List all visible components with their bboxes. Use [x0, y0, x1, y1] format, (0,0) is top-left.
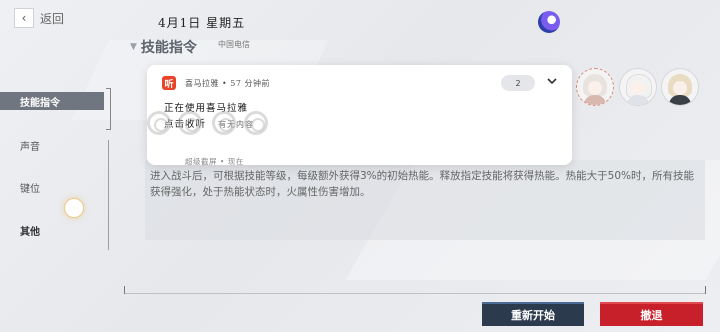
- character-avatar-2[interactable]: [619, 68, 657, 106]
- ring-icon: [178, 111, 202, 135]
- notification-footer: 超级截屏 • 现在: [185, 157, 244, 165]
- notification-header: 喜马拉雅 • 57 分钟前: [185, 79, 271, 88]
- chevron-down-icon[interactable]: [545, 74, 559, 88]
- app-icon: 听: [162, 76, 176, 90]
- sidebar-item-skill-commands[interactable]: 技能指令: [0, 92, 104, 110]
- chevron-left-icon: ‹: [14, 8, 34, 28]
- avatar-body: [627, 95, 649, 105]
- moon-icon: [538, 11, 560, 33]
- ring-icon: [212, 111, 236, 135]
- notification-title: 正在使用喜马拉雅: [164, 103, 249, 114]
- bottom-tick: [124, 286, 125, 294]
- back-button[interactable]: ‹ 返回: [14, 8, 64, 28]
- bottom-tick: [705, 286, 706, 294]
- character-avatar-1[interactable]: [576, 68, 614, 106]
- retreat-button[interactable]: 撤退: [600, 302, 703, 326]
- ring-icon: [244, 111, 268, 135]
- back-label: 返回: [40, 11, 65, 26]
- status-date: 4月1日 星期五: [158, 16, 246, 30]
- sidebar-divider: [108, 140, 109, 250]
- avatar-face: [631, 81, 645, 95]
- sidebar-item-sound[interactable]: 声音: [0, 136, 104, 154]
- section-title-label: 技能指令: [140, 40, 197, 56]
- sidebar-item-label: 声音: [20, 141, 40, 153]
- skill-description: 进入战斗后，可根据技能等级，每级额外获得3%的初始热能。释放指定技能将获得热能。…: [150, 170, 694, 198]
- notification-count-badge: 2: [501, 75, 535, 91]
- avatar-body: [584, 95, 606, 105]
- notification-card[interactable]: 听 喜马拉雅 • 57 分钟前 2 正在使用喜马拉雅 点击收听 有无内容 超级截…: [147, 65, 572, 165]
- bottom-divider: [124, 293, 706, 294]
- sidebar-item-label: 技能指令: [20, 97, 60, 109]
- triangle-down-icon: ▼: [130, 42, 137, 52]
- avatar-body: [669, 95, 691, 105]
- sidebar-item-other[interactable]: 其他: [0, 221, 104, 239]
- sidebar-item-keys[interactable]: 键位: [0, 178, 104, 196]
- sidebar-item-label: 其他: [20, 226, 40, 238]
- character-avatar-3[interactable]: [661, 68, 699, 106]
- status-carrier: 中国电信: [218, 40, 250, 49]
- sidebar: 技能指令 声音 键位 其他: [0, 70, 111, 250]
- restart-button[interactable]: 重新开始: [482, 302, 584, 326]
- avatar-face: [588, 81, 602, 95]
- section-title: ▼ 技能指令: [130, 37, 197, 57]
- ring-icon: [147, 111, 171, 135]
- sidebar-bracket: [106, 88, 111, 130]
- floating-assist-button[interactable]: [64, 198, 84, 218]
- avatar-face: [673, 81, 687, 95]
- sidebar-item-label: 键位: [20, 183, 40, 195]
